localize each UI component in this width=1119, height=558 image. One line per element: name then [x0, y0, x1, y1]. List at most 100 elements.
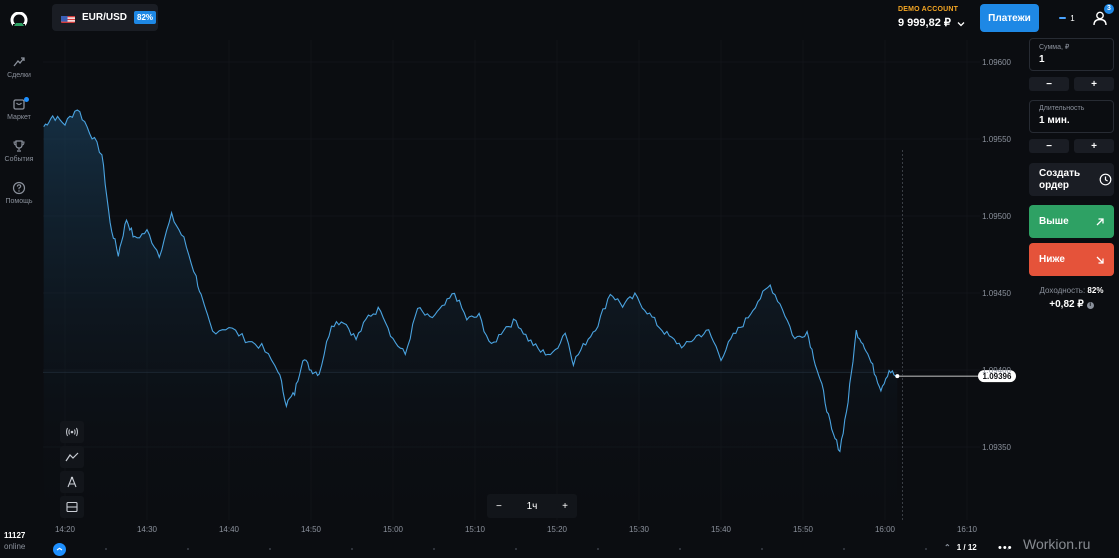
compass-icon — [67, 476, 77, 488]
profile-button[interactable]: 3 — [1087, 4, 1114, 32]
lower-label: Ниже — [1039, 254, 1065, 265]
sidebar-item-label: События — [4, 156, 34, 163]
amount-value: 1 — [1039, 54, 1045, 65]
us-flag-icon — [61, 13, 75, 23]
y-tick-label: 1.09500 — [982, 212, 1011, 221]
account-selector[interactable]: DEMO ACCOUNT 9 999,82 ₽ — [898, 6, 965, 29]
price-line — [43, 109, 898, 453]
create-order-label: Создать ордер — [1039, 167, 1081, 191]
x-tick-label: 15:00 — [383, 525, 404, 534]
open-trades-indicator[interactable]: 1 — [1052, 6, 1082, 30]
y-tick-label: 1.09550 — [982, 135, 1011, 144]
page-indicator-text: 1 / 12 — [956, 543, 977, 552]
profit-percent: 82% — [1087, 286, 1104, 295]
timeframe-value[interactable]: 1ч — [527, 501, 538, 512]
sidebar-item-trades[interactable]: Сделки — [0, 55, 38, 79]
trades-icon — [13, 57, 25, 67]
sidebar: Сделки Маркет События Помощь 11127 onlin… — [0, 0, 38, 558]
timeline-dot — [597, 548, 599, 550]
x-tick-label: 16:10 — [957, 525, 978, 534]
layout-tool-button[interactable] — [60, 496, 84, 518]
trophy-icon — [13, 140, 25, 152]
x-tick-label: 16:00 — [875, 525, 896, 534]
timeline-dot — [679, 548, 681, 550]
y-tick-label: 1.09600 — [982, 58, 1011, 67]
profit-value: +0,82 ₽ — [1049, 299, 1084, 310]
clock-icon — [1099, 173, 1112, 186]
current-price-dot — [895, 374, 900, 379]
duration-field[interactable]: Длительность 1 мин. — [1029, 100, 1114, 133]
amount-label: Сумма, ₽ — [1039, 44, 1070, 51]
signals-tool-button[interactable] — [60, 421, 84, 443]
profit-info: Доходность: 82% +0,82 ₽ i — [1029, 286, 1114, 310]
timeframe-control: − 1ч + — [487, 494, 577, 518]
higher-label: Выше — [1039, 216, 1069, 227]
logo-icon[interactable] — [10, 12, 28, 30]
duration-plus-button[interactable]: + — [1074, 139, 1114, 153]
sidebar-item-market[interactable]: Маркет — [0, 97, 38, 121]
lower-button[interactable]: Ниже — [1029, 243, 1114, 276]
page-indicator[interactable]: ⌃ 1 / 12 — [944, 543, 977, 552]
timeline-dot — [925, 548, 927, 550]
online-counter: 11127 online — [4, 530, 25, 552]
x-tick-label: 14:40 — [219, 525, 240, 534]
amount-field[interactable]: Сумма, ₽ 1 — [1029, 38, 1114, 71]
higher-button[interactable]: Выше — [1029, 205, 1114, 238]
profit-label: Доходность: — [1039, 286, 1086, 295]
y-tick-label: 1.09350 — [982, 443, 1011, 452]
x-tick-label: 15:30 — [629, 525, 650, 534]
layout-icon — [66, 501, 78, 513]
asset-name: EUR/USD — [82, 12, 128, 23]
x-tick-label: 15:50 — [793, 525, 814, 534]
timeline-dot — [515, 548, 517, 550]
y-tick-label: 1.09400 — [982, 366, 1011, 375]
create-order-button[interactable]: Создать ордер — [1029, 163, 1114, 196]
asset-payout-badge: 82% — [134, 11, 157, 24]
trades-bar-icon — [1059, 17, 1067, 19]
sidebar-item-events[interactable]: События — [0, 139, 38, 163]
payments-button[interactable]: Платежи — [980, 4, 1039, 32]
amount-minus-button[interactable]: − — [1029, 77, 1069, 91]
chat-bubble-icon[interactable] — [53, 543, 66, 556]
timeframe-minus-button[interactable]: − — [496, 501, 502, 512]
account-type: DEMO ACCOUNT — [898, 6, 959, 13]
timeline-dot — [351, 548, 353, 550]
arrow-down-right-icon — [1096, 256, 1104, 264]
asset-selector[interactable]: EUR/USD 82% — [52, 4, 158, 31]
sidebar-item-help[interactable]: Помощь — [0, 181, 38, 205]
duration-label: Длительность — [1039, 105, 1085, 112]
help-icon — [12, 181, 26, 195]
collapse-icon: ⌃ — [944, 543, 951, 552]
sidebar-item-label: Сделки — [7, 72, 31, 79]
sidebar-item-label: Помощь — [5, 198, 33, 205]
online-count: 11127 — [4, 531, 26, 540]
amount-plus-button[interactable]: + — [1074, 77, 1114, 91]
price-area — [43, 110, 898, 520]
timeframe-plus-button[interactable]: + — [562, 501, 568, 512]
drawing-tool-button[interactable] — [60, 471, 84, 493]
chart-type-button[interactable] — [60, 446, 84, 468]
account-balance: 9 999,82 ₽ — [898, 17, 951, 29]
duration-value: 1 мин. — [1039, 115, 1070, 126]
current-price-label: 1.09396 — [978, 370, 1016, 383]
notification-badge: 3 — [1104, 4, 1114, 14]
x-tick-label: 15:20 — [547, 525, 568, 534]
x-tick-label: 15:40 — [711, 525, 732, 534]
sidebar-item-label: Маркет — [7, 114, 31, 121]
price-chart: 1.09396 1.09600 1.09550 1.09500 1.09450 1.09… — [43, 40, 1016, 550]
line-chart-icon — [65, 452, 79, 462]
info-icon[interactable]: i — [1086, 302, 1094, 309]
x-tick-label: 14:20 — [55, 525, 76, 534]
more-button[interactable]: ••• — [998, 542, 1013, 554]
chevron-down-icon — [957, 22, 965, 27]
arrow-up-right-icon — [1096, 217, 1104, 225]
duration-minus-button[interactable]: − — [1029, 139, 1069, 153]
timeline-dot — [187, 548, 189, 550]
timeline-dot — [843, 548, 845, 550]
chart-grid — [43, 40, 1009, 550]
timeline-dot — [761, 548, 763, 550]
broadcast-icon — [66, 427, 78, 437]
open-trades-count: 1 — [1070, 13, 1075, 23]
current-price-text: 1.09396 — [983, 372, 1012, 381]
online-label: online — [4, 542, 26, 551]
